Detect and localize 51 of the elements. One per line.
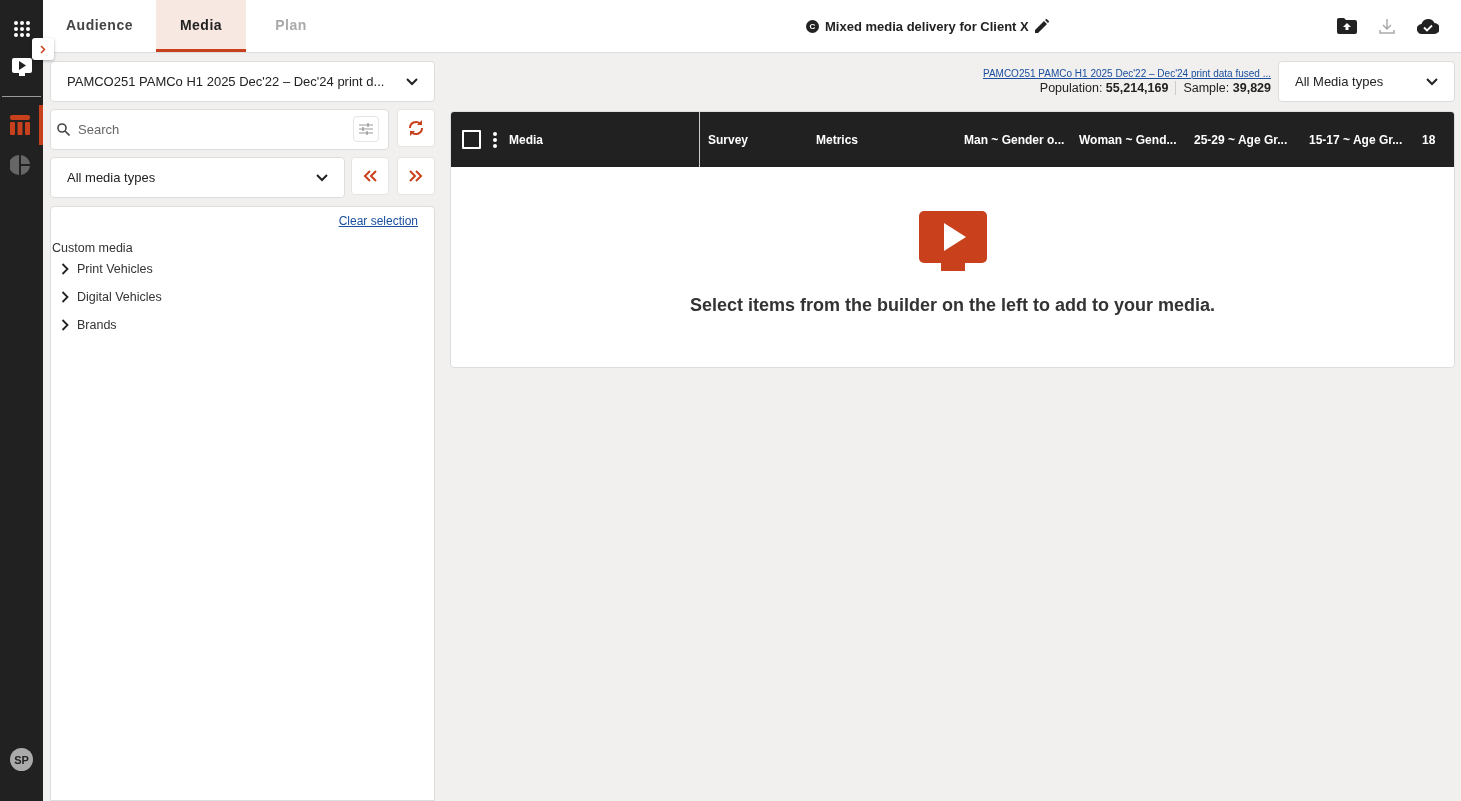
play-icon[interactable] [11,58,32,76]
tree-item[interactable]: Digital Vehicles [51,283,434,311]
project-title: Mixed media delivery for Client X [825,18,1029,34]
collapse-all-button[interactable] [351,157,389,195]
survey-dropdown[interactable]: PAMCO251 PAMCo H1 2025 Dec'22 – Dec'24 print d... [50,61,435,102]
clear-selection-link[interactable]: Clear selection [338,214,418,228]
tab[interactable]: Media [156,0,246,52]
column-header[interactable]: Man ~ Gender o... [964,132,1071,147]
survey-link[interactable]: PAMCO251 PAMCo H1 2025 Dec'22 – Dec'24 print data fused ... [982,67,1271,79]
select-all-checkbox[interactable] [462,130,481,149]
chevron-right-icon [40,44,46,54]
title-badge: C [806,19,819,33]
tree-item[interactable]: Brands [51,311,434,339]
tree-item[interactable]: Print Vehicles [51,255,434,283]
chevron-icon [61,263,69,275]
refresh-icon [407,118,425,138]
column-header[interactable]: Media [509,132,543,147]
empty-state-message: Select items from the builder on the left to add to your media. [689,295,1216,316]
column-header[interactable]: Woman ~ Gend... [1079,132,1186,147]
apps-grid-icon[interactable] [12,20,31,38]
chevron-icon [61,319,69,331]
sample-label: Sample: 39,829 [1183,80,1271,95]
column-header[interactable]: 15-17 ~ Age Gr... [1309,132,1416,147]
folder-upload-icon[interactable] [1337,18,1357,34]
search-icon [57,123,70,136]
search-field[interactable]: Search [50,109,389,150]
pencil-icon[interactable] [1034,19,1049,33]
media-types-dropdown[interactable]: All Media types [1278,61,1455,102]
more-options-icon[interactable] [493,131,497,148]
pie-chart-icon [9,155,30,175]
column-header[interactable]: Metrics [808,132,956,147]
tree-heading: Custom media [51,240,134,255]
tab[interactable]: Audience [43,0,156,52]
play-screen-icon [918,211,987,271]
cloud-check-icon[interactable] [1417,18,1439,34]
expand-all-button[interactable] [397,157,435,195]
user-avatar[interactable]: SP [10,748,33,771]
double-chevron-left-icon [363,170,377,182]
double-chevron-right-icon [409,170,423,182]
chevron-down-icon [316,173,328,182]
media-type-dropdown[interactable]: All media types [50,157,345,198]
column-header[interactable]: 25-29 ~ Age Gr... [1194,132,1301,147]
chevron-down-icon [1426,77,1438,86]
column-header[interactable]: 18 [1422,132,1436,147]
population-label: Population: 55,214,169 [1039,80,1169,95]
column-header[interactable]: Survey [700,132,808,147]
chevron-down-icon [406,77,418,86]
table-icon [9,115,30,135]
sliders-icon [359,123,373,135]
chevron-icon [61,291,69,303]
refresh-button[interactable] [397,109,435,147]
